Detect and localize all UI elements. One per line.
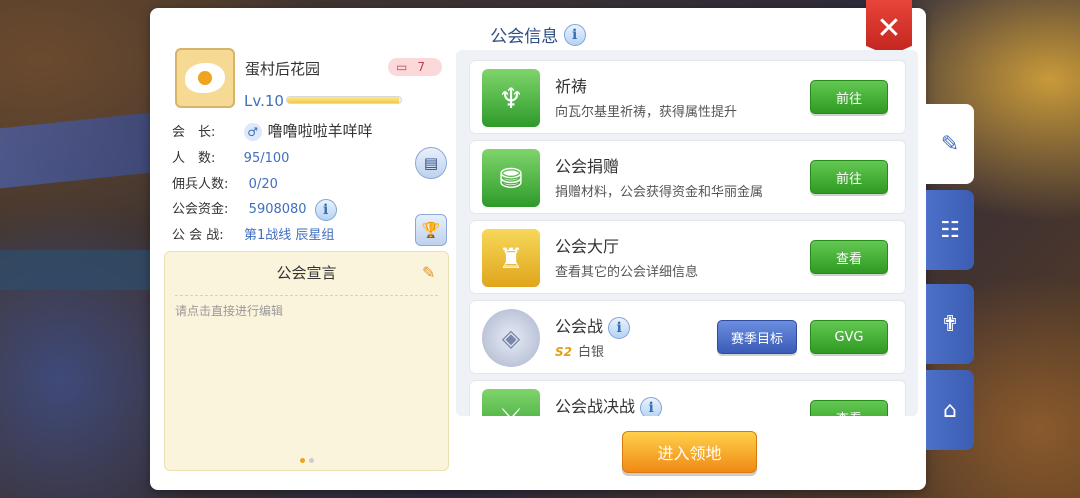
activity-title-row: 公会战决战 i xyxy=(555,393,663,416)
goto-button[interactable]: 前往 xyxy=(810,80,888,114)
panel-title: 公会信息 i xyxy=(150,22,926,47)
contacts-book-icon: ☷ xyxy=(940,217,960,243)
list-item: ♆ 祈祷 向瓦尔基里祈祷，获得属性提升 前往 xyxy=(469,60,906,134)
activity-desc: 查看其它的公会详细信息 xyxy=(555,265,699,280)
card-icon: ▭ xyxy=(396,60,408,74)
war-row: 公 会 战: 第1战线 辰星组 xyxy=(172,224,334,243)
view-button[interactable]: 查看 xyxy=(810,240,888,274)
tab-edit[interactable]: ✎ xyxy=(926,104,974,184)
tab-church[interactable]: ✟ xyxy=(926,284,974,364)
activity-title: 公会战 xyxy=(555,317,604,336)
male-icon: ♂ xyxy=(243,123,262,141)
activity-title: 公会战决战 xyxy=(555,397,636,416)
season-rank: S2 白银 xyxy=(555,341,604,360)
background-decor xyxy=(0,250,170,290)
church-icon: ✟ xyxy=(940,311,960,337)
enter-territory-button[interactable]: 进入领地 xyxy=(622,431,757,473)
view-button[interactable]: 查看 xyxy=(810,400,888,416)
silver-emblem-icon: ◈ xyxy=(482,309,540,367)
member-badge[interactable]: ▭ 7 xyxy=(388,58,442,76)
war-value: 第1战线 辰星组 xyxy=(243,228,335,243)
leader-label: 会 长: xyxy=(172,125,216,140)
funds-label: 公会资金: xyxy=(172,202,229,217)
donate-icon: ⛃ xyxy=(482,149,540,207)
manifesto-title: 公会宣言 xyxy=(276,264,337,282)
info-icon[interactable]: i xyxy=(563,23,586,46)
close-icon: ✕ xyxy=(876,10,902,46)
list-item: ⛃ 公会捐赠 捐赠材料，公会获得资金和华丽金属 前往 xyxy=(469,140,906,214)
crossed-swords-icon: ⚔ xyxy=(482,389,540,416)
activity-title: 公会捐赠 xyxy=(555,157,620,176)
guild-avatar[interactable] xyxy=(175,48,235,108)
manifesto-hint[interactable]: 请点击直接进行编辑 xyxy=(175,302,283,319)
activity-desc: 向瓦尔基里祈祷，获得属性提升 xyxy=(555,105,738,120)
tab-contacts[interactable]: ☷ xyxy=(926,190,974,270)
goto-button[interactable]: 前往 xyxy=(810,160,888,194)
activity-list[interactable]: ♆ 祈祷 向瓦尔基里祈祷，获得属性提升 前往 ⛃ 公会捐赠 捐赠材料，公会获得资… xyxy=(456,50,918,416)
page-dot xyxy=(309,458,314,463)
page-dots xyxy=(300,458,314,463)
rank-label: 白银 xyxy=(578,345,605,360)
id-card-icon: ▤ xyxy=(423,154,439,172)
funds-row: 公会资金: 5908080 i xyxy=(172,198,337,221)
home-icon: ⌂ xyxy=(943,397,957,423)
title-text: 公会信息 xyxy=(490,27,559,47)
list-item: ◈ 公会战 i S2 白银 赛季目标 GVG xyxy=(469,300,906,374)
leader-name[interactable]: 噜噜啦啦羊咩咩 xyxy=(268,122,373,140)
level-progress-bar xyxy=(286,96,402,104)
activity-title-row: 公会战 i xyxy=(555,313,631,339)
final-info-icon[interactable]: i xyxy=(640,396,663,416)
page-dot xyxy=(300,458,305,463)
trophy-icon: 🏆 xyxy=(421,221,441,239)
gvg-button[interactable]: GVG xyxy=(810,320,888,354)
season-badge: S2 xyxy=(555,345,572,359)
guild-name: 蛋村后花园 xyxy=(245,60,321,78)
tab-home[interactable]: ⌂ xyxy=(926,370,974,450)
mercenary-value: 0/20 xyxy=(248,177,278,192)
mercenary-label: 佣兵人数: xyxy=(172,177,229,192)
funds-info-icon[interactable]: i xyxy=(314,198,337,221)
edit-icon: ✎ xyxy=(940,131,960,157)
guild-manifesto[interactable]: 公会宣言 ✎ 请点击直接进行编辑 xyxy=(164,251,449,471)
castle-icon: ♜ xyxy=(482,229,540,287)
members-label: 人 数: xyxy=(172,151,216,166)
pray-icon: ♆ xyxy=(482,69,540,127)
funds-value: 5908080 xyxy=(248,202,307,217)
members-row: 人 数: 95/100 xyxy=(172,147,289,166)
list-item: ♜ 公会大厅 查看其它的公会详细信息 查看 xyxy=(469,220,906,294)
activity-title: 祈祷 xyxy=(555,77,588,96)
members-value: 95/100 xyxy=(243,151,290,166)
close-button[interactable]: ✕ xyxy=(866,0,912,56)
activity-title: 公会大厅 xyxy=(555,237,620,256)
divider xyxy=(175,295,438,296)
background-decor xyxy=(0,111,160,189)
activity-desc: 捐赠材料，公会获得资金和华丽金属 xyxy=(555,185,764,200)
level-progress-fill xyxy=(287,97,399,103)
guild-level: Lv.10 xyxy=(244,92,284,110)
trophy-button[interactable]: 🏆 xyxy=(415,214,447,246)
egg-emblem-icon xyxy=(185,63,225,93)
mercenary-row: 佣兵人数: 0/20 xyxy=(172,173,278,192)
season-goal-button[interactable]: 赛季目标 xyxy=(717,320,797,354)
member-badge-count: 7 xyxy=(417,60,425,74)
gvg-info-icon[interactable]: i xyxy=(608,316,631,339)
id-card-button[interactable]: ▤ xyxy=(415,147,447,179)
leader-row: 会 长: ♂ 噜噜啦啦羊咩咩 xyxy=(172,120,373,141)
war-label: 公 会 战: xyxy=(172,228,224,243)
edit-icon[interactable]: ✎ xyxy=(422,263,435,282)
list-item: ⚔ 公会战决战 i 查看 xyxy=(469,380,906,416)
